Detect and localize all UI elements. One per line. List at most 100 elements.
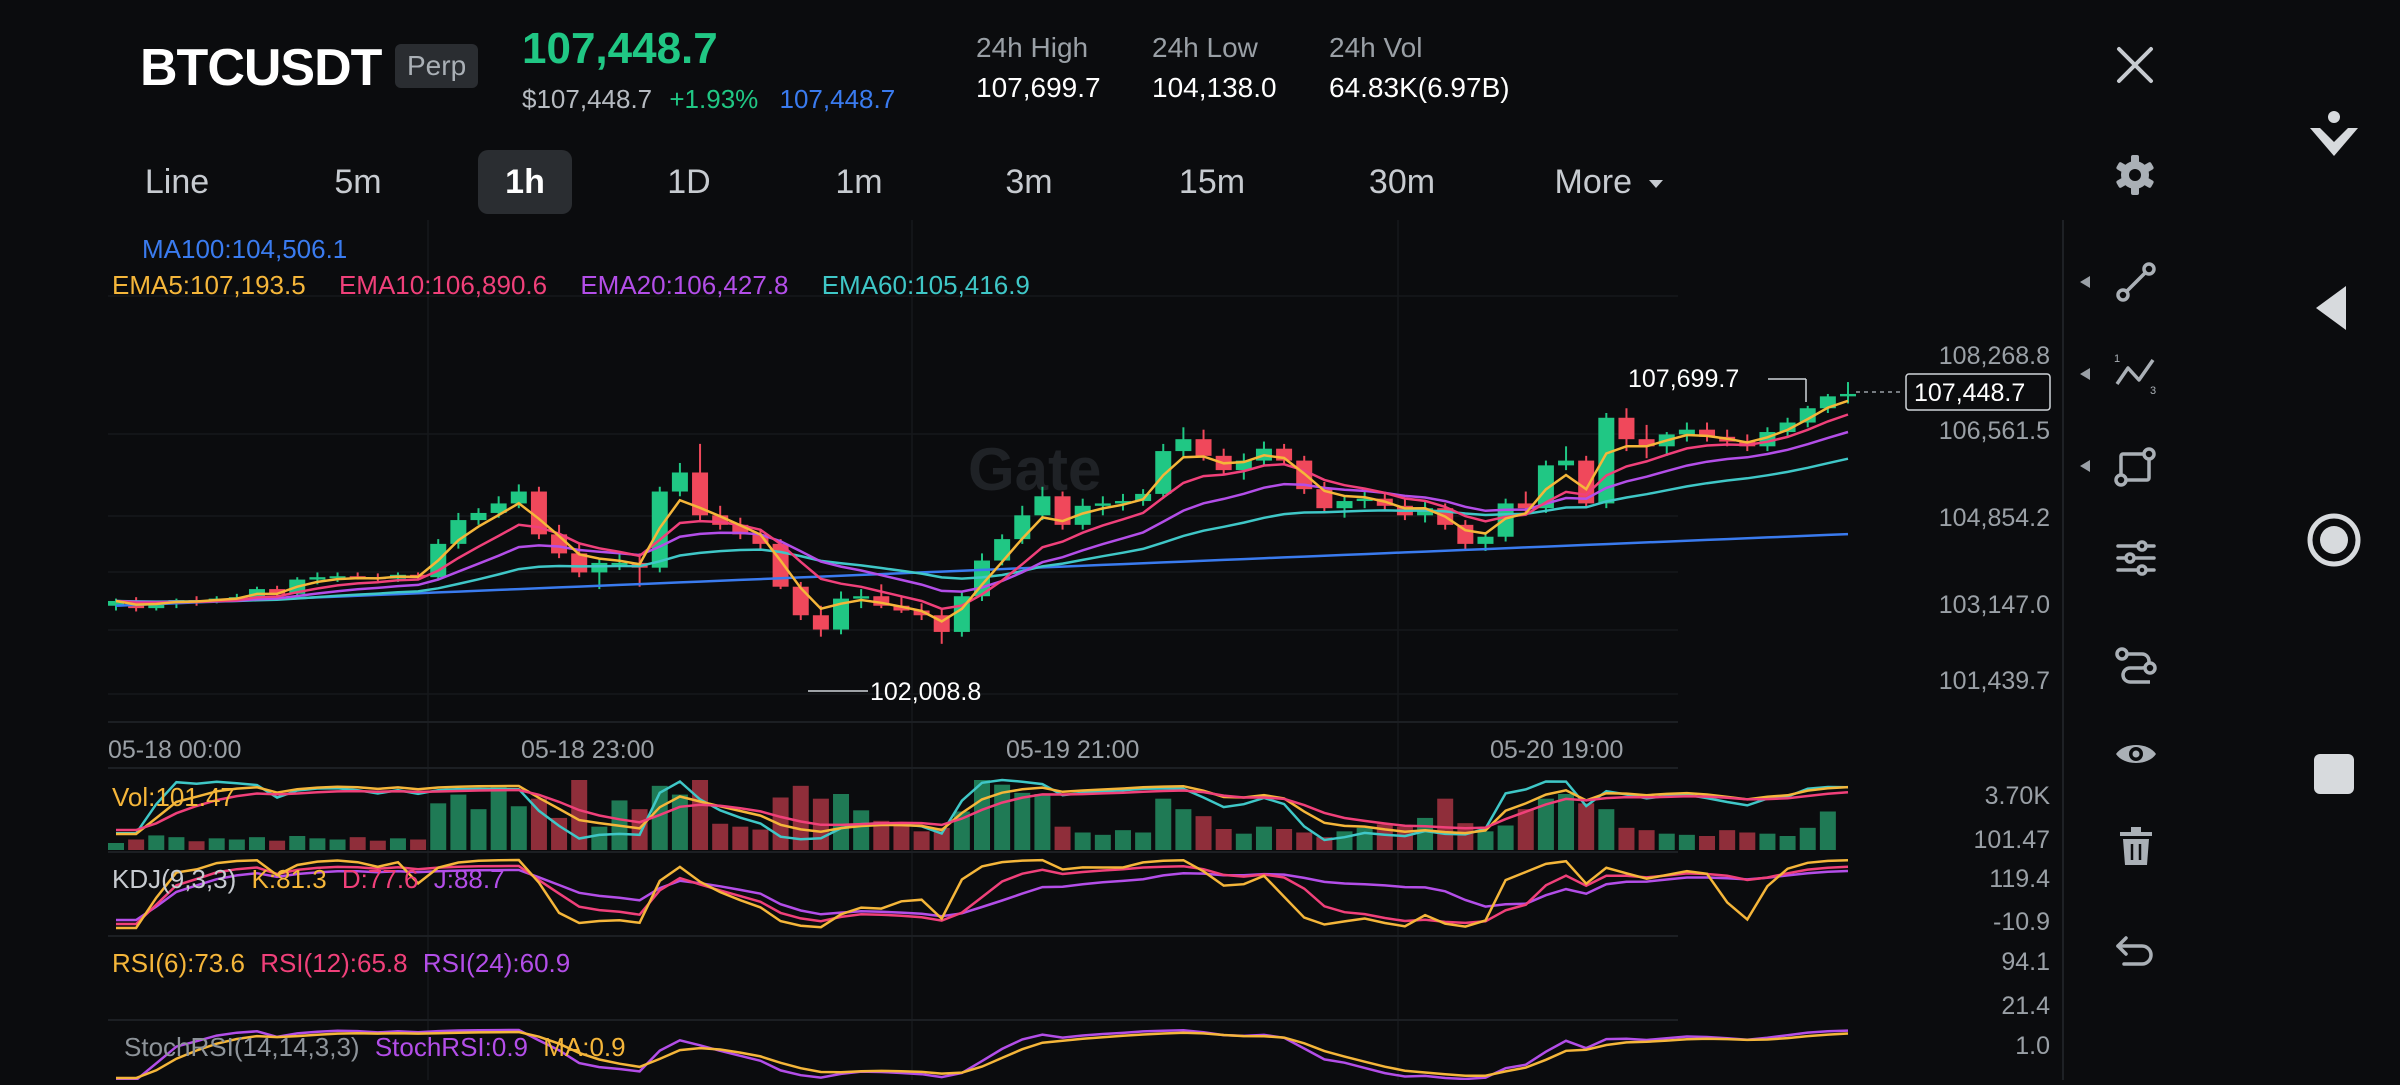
volume-bar bbox=[329, 839, 346, 850]
candle-body bbox=[792, 586, 809, 616]
candle-body bbox=[853, 596, 870, 599]
y-axis-tick-label: 101,439.7 bbox=[1939, 667, 2050, 695]
candle-body bbox=[994, 539, 1011, 561]
stat-value: 64.83K(6.97B) bbox=[1329, 72, 1510, 103]
volume-bar bbox=[1437, 798, 1454, 850]
close-icon[interactable] bbox=[2112, 42, 2158, 88]
ema10-value: EMA10:106,890.6 bbox=[338, 270, 548, 300]
rsi12-value: RSI(12):65.8 bbox=[260, 948, 408, 978]
volume-bar bbox=[1014, 792, 1031, 850]
recents-icon[interactable] bbox=[2306, 746, 2362, 802]
symbol-title[interactable]: BTCUSDT bbox=[140, 38, 382, 98]
svg-text:3: 3 bbox=[2150, 385, 2156, 397]
expand-arrow-icon[interactable] bbox=[2078, 458, 2092, 474]
svg-text:1: 1 bbox=[2114, 353, 2120, 365]
price-subrow: $107,448.7 +1.93% 107,448.7 bbox=[522, 84, 895, 115]
volume-bar bbox=[349, 837, 366, 850]
home-icon[interactable] bbox=[2306, 512, 2362, 568]
volume-bar bbox=[1054, 826, 1071, 850]
candle-body bbox=[309, 577, 326, 580]
tab-30m[interactable]: 30m bbox=[1340, 150, 1464, 214]
trash-icon[interactable] bbox=[2112, 822, 2160, 870]
candle-body bbox=[671, 472, 688, 492]
candle-body bbox=[1014, 515, 1031, 540]
stat-24h-vol: 24h Vol 64.83K(6.97B) bbox=[1329, 32, 1510, 104]
gear-icon[interactable] bbox=[2112, 152, 2158, 198]
volume-bar bbox=[1114, 830, 1131, 850]
volume-bar bbox=[1417, 817, 1434, 850]
gate-watermark: Gate bbox=[968, 436, 1101, 503]
kdj-d-value: D:77.6 bbox=[341, 864, 419, 894]
candle-body bbox=[591, 562, 608, 573]
volume-value: Vol:101.47 bbox=[112, 782, 235, 812]
volume-bar bbox=[309, 838, 326, 850]
eye-icon[interactable] bbox=[2112, 730, 2160, 778]
tab-line[interactable]: Line bbox=[118, 150, 236, 214]
caret-down-icon bbox=[1649, 180, 1664, 189]
volume-bar bbox=[1215, 829, 1232, 850]
volume-bar bbox=[228, 839, 245, 850]
volume-bar bbox=[248, 837, 265, 850]
usd-price: $107,448.7 bbox=[522, 84, 653, 114]
mark-price: 107,448.7 bbox=[779, 84, 896, 114]
trendline-tool-icon[interactable] bbox=[2112, 258, 2160, 306]
tab-1m[interactable]: 1m bbox=[804, 150, 914, 214]
x-axis-tick-label: 05-19 21:00 bbox=[1006, 736, 1139, 764]
low-price-label: 102,008.8 bbox=[870, 678, 981, 706]
volume-bar bbox=[1558, 794, 1575, 850]
indicator-axis-label: 3.70K bbox=[1985, 782, 2051, 810]
candles bbox=[108, 382, 1856, 644]
stochrsi-ma-value: MA:0.9 bbox=[543, 1032, 626, 1062]
x-axis-tick-label: 05-20 19:00 bbox=[1490, 736, 1623, 764]
wave-tool-icon[interactable]: 13 bbox=[2112, 350, 2160, 398]
candle-body bbox=[1175, 439, 1192, 452]
ema5-value: EMA5:107,193.5 bbox=[112, 270, 306, 300]
undo-icon[interactable] bbox=[2112, 928, 2160, 976]
chart-area[interactable]: Gate 108,268.8 106,561.5 104,854.2 103,147.… bbox=[108, 220, 2062, 1082]
volume-bar bbox=[1094, 834, 1111, 850]
tab-5m[interactable]: 5m bbox=[300, 150, 416, 214]
kdj-legend: KDJ(9,3,3) K:81.3 D:77.6 J:88.7 bbox=[112, 864, 505, 895]
volume-bar bbox=[1336, 831, 1353, 850]
ma100-value: MA100:104,506.1 bbox=[142, 234, 348, 264]
volume-bar bbox=[1255, 826, 1272, 850]
current-price-tag-label: 107,448.7 bbox=[1914, 379, 2025, 407]
x-axis-tick-label: 05-18 00:00 bbox=[108, 736, 241, 764]
stat-24h-low: 24h Low 104,138.0 bbox=[1152, 32, 1277, 104]
back-icon[interactable] bbox=[2306, 280, 2362, 336]
x-axis-tick-label: 05-18 23:00 bbox=[521, 736, 654, 764]
volume-bar bbox=[389, 838, 406, 850]
indicator-axis-label: 101.47 bbox=[1974, 826, 2050, 854]
tab-1h[interactable]: 1h bbox=[478, 150, 572, 214]
volume-bar bbox=[833, 794, 850, 850]
volume-bar bbox=[208, 838, 225, 850]
indicator-settings-icon[interactable] bbox=[2112, 534, 2160, 582]
volume-bar bbox=[1356, 827, 1373, 850]
candle-body bbox=[510, 491, 527, 504]
tab-15m[interactable]: 15m bbox=[1150, 150, 1274, 214]
tab-more-label: More bbox=[1554, 163, 1632, 201]
candle-body bbox=[1034, 496, 1051, 516]
stat-label: 24h Low bbox=[1152, 32, 1258, 63]
candle-body bbox=[1477, 536, 1494, 544]
stochrsi-legend: StochRSI(14,14,3,3) StochRSI:0.9 MA:0.9 bbox=[124, 1032, 626, 1063]
candle-body bbox=[611, 562, 628, 565]
volume-bar bbox=[1699, 836, 1716, 850]
tab-3m[interactable]: 3m bbox=[974, 150, 1084, 214]
magnet-tool-icon[interactable] bbox=[2112, 638, 2160, 686]
candle-body bbox=[1195, 439, 1212, 456]
tab-1d[interactable]: 1D bbox=[634, 150, 744, 214]
volume-bar bbox=[1618, 827, 1635, 850]
ma100-legend: MA100:104,506.1 bbox=[142, 234, 347, 265]
expand-arrow-icon[interactable] bbox=[2078, 274, 2092, 290]
volume-bar bbox=[148, 835, 165, 850]
volume-bar bbox=[1719, 830, 1736, 850]
kdj-k-value: K:81.3 bbox=[251, 864, 327, 894]
volume-bar bbox=[1739, 832, 1756, 850]
floating-assistant-icon[interactable] bbox=[2306, 108, 2362, 164]
shape-tool-icon[interactable] bbox=[2112, 442, 2160, 490]
last-price: 107,448.7 bbox=[522, 24, 718, 73]
stochrsi-value: StochRSI:0.9 bbox=[374, 1032, 529, 1062]
expand-arrow-icon[interactable] bbox=[2078, 366, 2092, 382]
tab-more[interactable]: More bbox=[1540, 150, 1680, 214]
